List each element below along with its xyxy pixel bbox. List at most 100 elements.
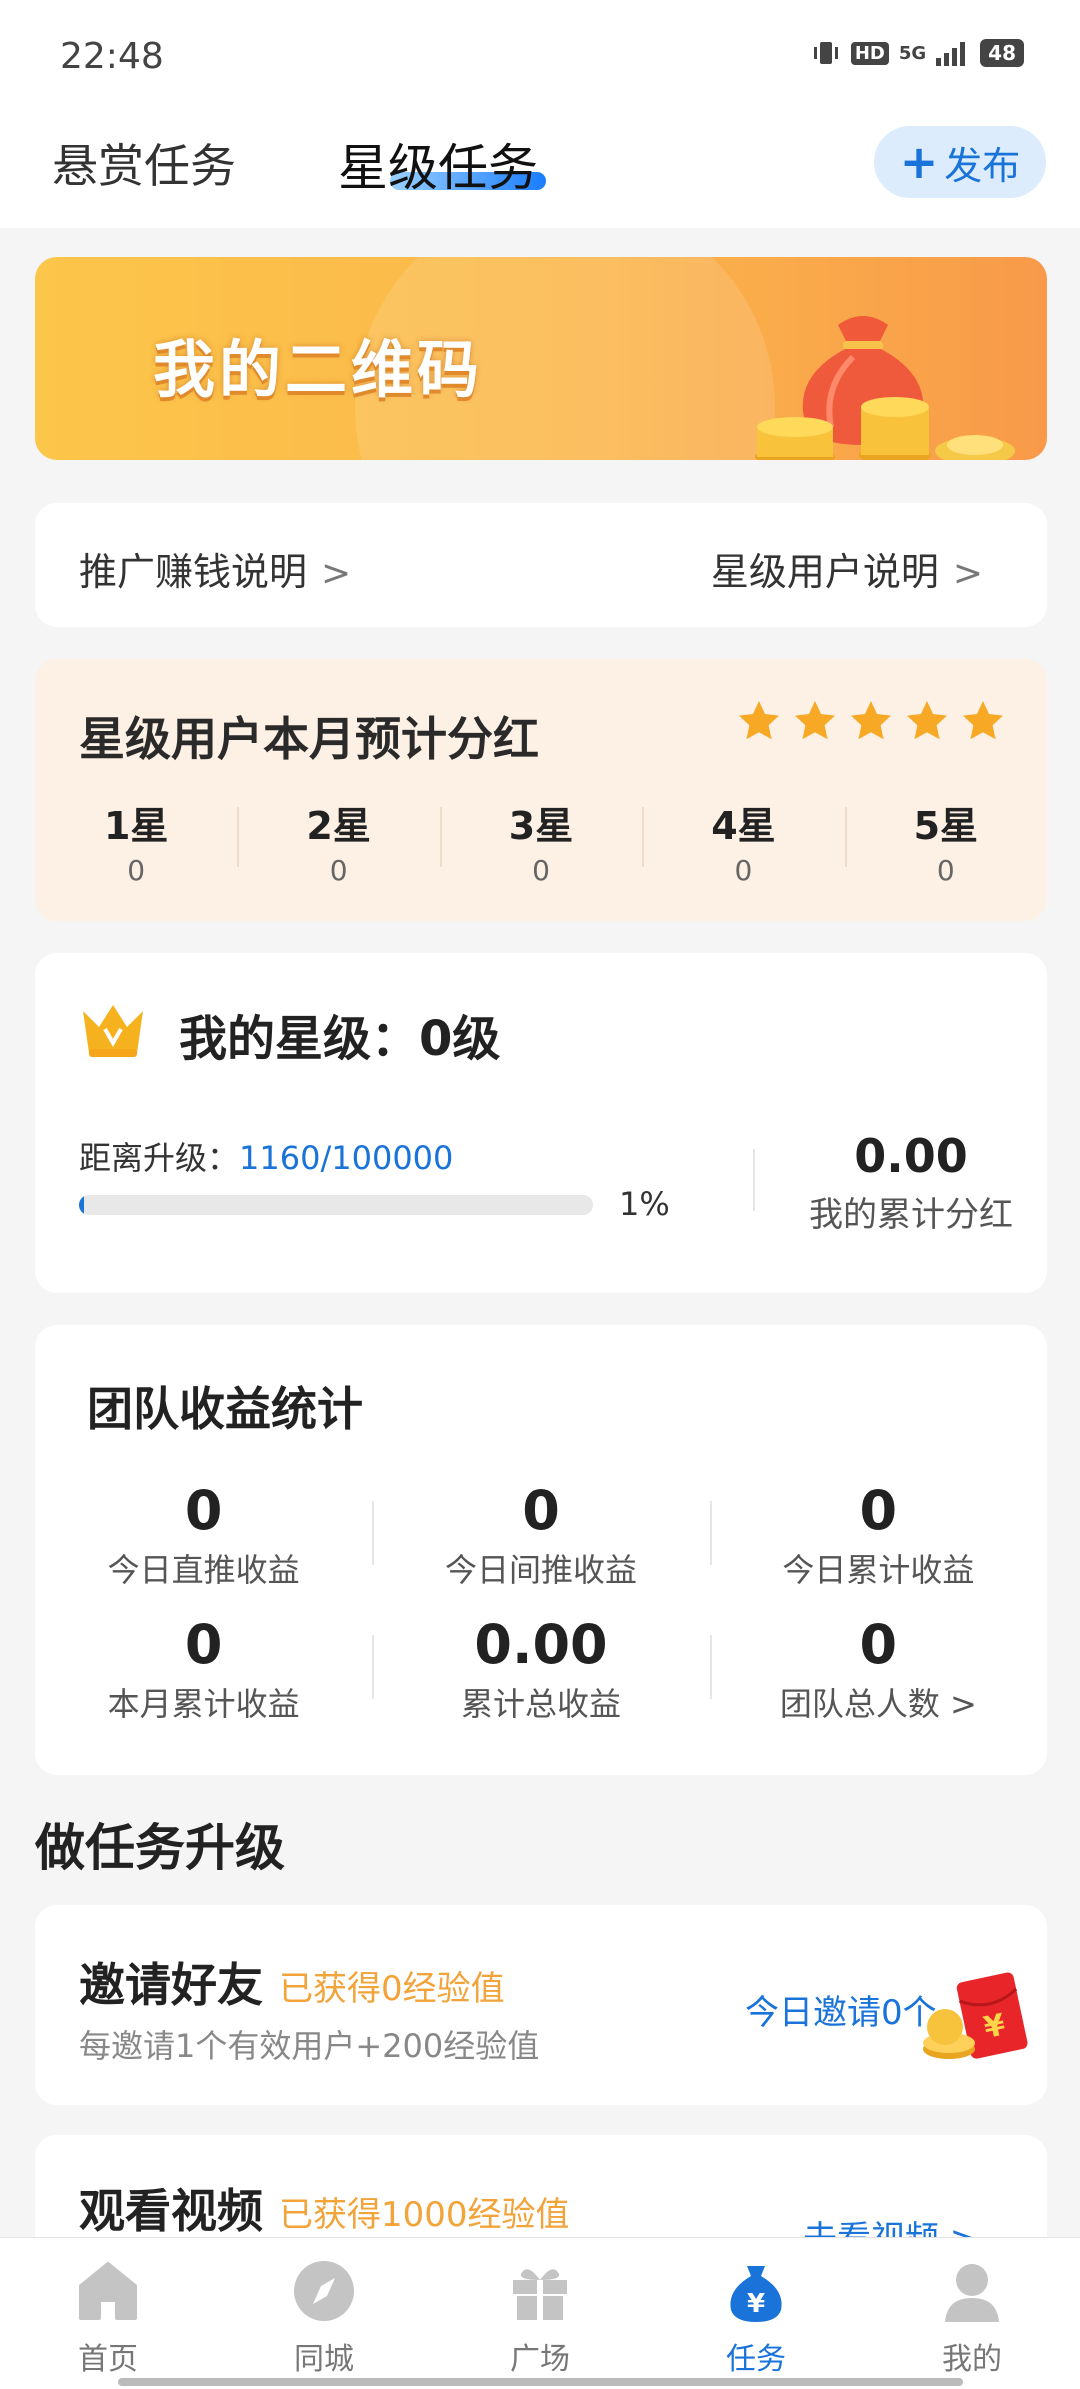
signal-icon: [936, 42, 966, 66]
chevron-right-icon: >: [952, 553, 983, 594]
nav-label: 首页: [78, 2342, 138, 2377]
publish-label: 发布: [944, 143, 1021, 188]
star-level-value: 0: [734, 854, 753, 887]
star-level-label: 5星: [913, 804, 979, 848]
coins-icon: [755, 397, 1015, 460]
stat-value: 0.00: [474, 1613, 608, 1676]
tab-star-tasks[interactable]: 星级任务: [338, 128, 538, 200]
user-icon: [945, 2264, 999, 2322]
star-level-label: 1星: [103, 804, 169, 848]
invite-description: 每邀请1个有效用户+200经验值: [79, 2027, 540, 2065]
promo-earn-guide-label: 推广赚钱说明: [79, 550, 308, 594]
star-bonus-title: 星级用户本月预计分红: [79, 712, 539, 766]
star-level-value: 0: [127, 854, 146, 887]
team-earnings-card: 团队收益统计 0 今日直推收益 0 今日间推收益 0 今日累计收益 0 本月累计收益 0…: [35, 1325, 1047, 1775]
task-money-bag-icon: ¥: [730, 2266, 782, 2322]
promo-links: 推广赚钱说明 > 星级用户说明 >: [35, 503, 1047, 627]
stat-value: 0: [184, 1479, 223, 1542]
stat-today-indirect: 0 今日间推收益: [372, 1481, 709, 1615]
upgrade-distance: 距离升级：1160/100000: [79, 1133, 453, 1179]
star-icon: [963, 701, 1003, 740]
team-earnings-title: 团队收益统计: [87, 1382, 363, 1436]
stat-label: 累计总收益: [460, 1685, 621, 1723]
stat-label: 今日间推收益: [444, 1551, 637, 1589]
stat-label: 今日累计收益: [782, 1551, 975, 1589]
star-bonus-card: 星级用户本月预计分红 1星 0 2星 0 3星 0 4星 0 5星 0: [35, 659, 1047, 921]
header: 悬赏任务 星级任务 + 发布: [0, 110, 1080, 228]
stat-label: 本月累计收益: [107, 1685, 300, 1723]
upgrade-distance-label: 距离升级：: [79, 1139, 240, 1177]
nav-square[interactable]: 广场: [432, 2238, 648, 2389]
star-icon: [739, 701, 779, 740]
my-level-title: 我的星级：0级: [179, 1011, 501, 1067]
bottom-navigation: 首页 同城 广场 ¥ 任务 我的: [0, 2237, 1080, 2389]
star-level-label: 2星: [306, 804, 371, 848]
stat-today-direct: 0 今日直推收益: [35, 1481, 372, 1615]
star-level-value: 0: [936, 854, 955, 887]
promo-earn-guide-link[interactable]: 推广赚钱说明 >: [79, 541, 351, 596]
upgrade-progress-bar: [79, 1195, 593, 1215]
star-icon: [907, 701, 947, 740]
star-level-5: 5星 0: [844, 795, 1047, 887]
stat-value: 0: [522, 1479, 560, 1542]
stat-month-total: 0 本月累计收益: [35, 1615, 372, 1749]
team-stats-grid: 0 今日直推收益 0 今日间推收益 0 今日累计收益 0 本月累计收益 0.00 累计总收…: [35, 1481, 1047, 1749]
network-label: 5G: [898, 42, 927, 64]
stat-today-total: 0 今日累计收益: [709, 1479, 1047, 1615]
star-level-value: 0: [329, 854, 348, 887]
divider: [753, 1149, 755, 1211]
battery-icon: 48: [980, 39, 1024, 67]
stat-overall-total: 0.00 累计总收益: [372, 1615, 709, 1749]
nav-local[interactable]: 同城: [216, 2238, 432, 2389]
nav-tasks[interactable]: ¥ 任务: [648, 2238, 864, 2389]
star-level-label: 4星: [711, 804, 776, 848]
tab-bounty-tasks[interactable]: 悬赏任务: [52, 130, 236, 196]
publish-button[interactable]: + 发布: [874, 126, 1046, 198]
star-level-2: 2星 0: [237, 795, 439, 887]
nav-label: 任务: [726, 2342, 786, 2377]
my-level-card: 我的星级：0级 距离升级：1160/100000 1% 0.00 我的累计分红: [35, 953, 1047, 1293]
upgrade-progress-fill: [79, 1195, 85, 1215]
home-indicator[interactable]: [118, 2378, 963, 2386]
team-stats-row: 0 今日直推收益 0 今日间推收益 0 今日累计收益: [35, 1481, 1047, 1615]
stat-label: 今日直推收益: [107, 1551, 300, 1589]
nav-label: 我的: [942, 2342, 1002, 2377]
vibrate-icon: [813, 42, 838, 64]
gift-icon: [513, 2269, 567, 2320]
stat-value: 0: [859, 1479, 898, 1542]
plus-icon: +: [899, 135, 939, 189]
star-rating: [735, 697, 1007, 745]
cumulative-dividend-label: 我的累计分红: [809, 1195, 1013, 1235]
nav-mine[interactable]: 我的: [864, 2238, 1080, 2389]
home-icon: [79, 2262, 137, 2320]
nav-label: 广场: [510, 2342, 570, 2377]
star-level-value: 0: [532, 854, 550, 887]
invite-today-link[interactable]: 今日邀请0个: [745, 1985, 937, 2034]
qr-code-banner[interactable]: 我的二维码: [35, 257, 1047, 460]
stat-value: 0: [859, 1613, 898, 1676]
upgrade-distance-value: 1160/100000: [239, 1139, 454, 1177]
hd-badge: HD: [850, 41, 889, 65]
star-user-guide-label: 星级用户说明: [710, 550, 939, 594]
nav-label: 同城: [294, 2342, 354, 2377]
stat-team-members-link[interactable]: 0 团队总人数 >: [709, 1613, 1047, 1749]
crown-icon: [83, 1005, 143, 1057]
stat-label: 团队总人数 >: [779, 1685, 977, 1723]
status-icons: HD 5G 48: [811, 38, 1024, 68]
star-level-3: 3星 0: [439, 795, 642, 887]
video-exp-badge: 已获得1000经验值: [279, 2195, 570, 2235]
chevron-right-icon: >: [321, 553, 352, 594]
status-time: 22:48: [60, 36, 164, 77]
video-title: 观看视频: [79, 2184, 263, 2238]
svg-text:¥: ¥: [747, 2289, 765, 2319]
star-level-label: 3星: [508, 804, 574, 848]
star-user-guide-link[interactable]: 星级用户说明 >: [711, 541, 983, 596]
nav-home[interactable]: 首页: [0, 2238, 216, 2389]
invite-friends-card[interactable]: 邀请好友 已获得0经验值 每邀请1个有效用户+200经验值 今日邀请0个 ¥: [35, 1905, 1047, 2105]
compass-icon: [294, 2261, 354, 2321]
star-level-1: 1星 0: [35, 795, 237, 887]
star-levels: 1星 0 2星 0 3星 0 4星 0 5星 0: [35, 795, 1047, 887]
cumulative-dividend-value: 0.00: [854, 1129, 968, 1183]
invite-title: 邀请好友: [79, 1958, 263, 2012]
red-envelope-icon: ¥: [923, 1972, 1028, 2059]
